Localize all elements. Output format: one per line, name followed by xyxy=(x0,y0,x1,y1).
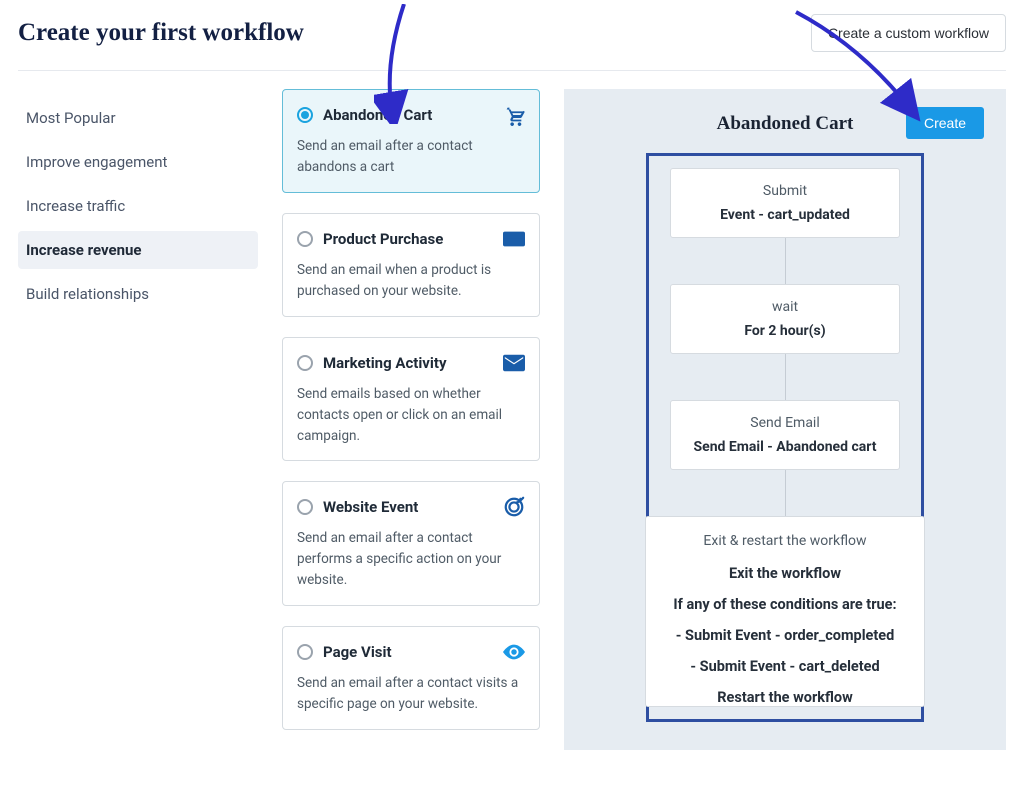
target-icon xyxy=(503,496,525,518)
template-list: Abandoned Cart Send an email after a con… xyxy=(282,89,540,750)
flow-connector xyxy=(785,238,786,284)
sidebar-item-label: Improve engagement xyxy=(26,153,167,171)
flow-step-exit-restart[interactable]: Exit & restart the workflow Exit the wor… xyxy=(645,516,925,707)
workflow-flow-frame: Submit Event - cart_updated wait For 2 h… xyxy=(646,153,924,722)
flow-step-wait[interactable]: wait For 2 hour(s) xyxy=(670,284,900,354)
sidebar-item-improve-engagement[interactable]: Improve engagement xyxy=(18,143,258,181)
mail-icon xyxy=(503,352,525,374)
sidebar-item-label: Most Popular xyxy=(26,109,116,127)
template-title: Abandoned Cart xyxy=(323,106,432,124)
flow-step-send-email[interactable]: Send Email Send Email - Abandoned cart xyxy=(670,400,900,470)
template-title: Marketing Activity xyxy=(323,354,447,372)
template-description: Send an email after a contact visits a s… xyxy=(297,673,525,715)
create-button[interactable]: Create xyxy=(906,107,984,139)
eye-icon xyxy=(503,641,525,663)
sidebar-item-increase-traffic[interactable]: Increase traffic xyxy=(18,187,258,225)
template-description: Send an email after a contact performs a… xyxy=(297,528,525,591)
template-title: Product Purchase xyxy=(323,230,443,248)
sidebar-item-most-popular[interactable]: Most Popular xyxy=(18,99,258,137)
flow-connector xyxy=(785,354,786,400)
template-card-page-visit[interactable]: Page Visit Send an email after a contact… xyxy=(282,626,540,730)
flow-step-submit[interactable]: Submit Event - cart_updated xyxy=(670,168,900,238)
category-sidebar: Most Popular Improve engagement Increase… xyxy=(18,89,258,750)
flow-step-label: Submit xyxy=(683,183,887,199)
cart-icon xyxy=(503,104,525,126)
template-card-marketing-activity[interactable]: Marketing Activity Send emails based on … xyxy=(282,337,540,462)
create-custom-workflow-button[interactable]: Create a custom workflow xyxy=(811,14,1006,52)
workflow-preview-panel: Create Abandoned Cart Submit Event - car… xyxy=(564,89,1006,750)
template-title: Website Event xyxy=(323,498,418,516)
page-title: Create your first workflow xyxy=(18,19,304,47)
sidebar-item-label: Increase revenue xyxy=(26,241,142,259)
radio-unselected-icon xyxy=(297,644,313,660)
radio-unselected-icon xyxy=(297,499,313,515)
divider xyxy=(18,70,1006,71)
radio-unselected-icon xyxy=(297,355,313,371)
exit-condition: - Submit Event - cart_deleted xyxy=(660,658,910,675)
exit-heading: Exit the workflow xyxy=(660,565,910,582)
flow-step-value: Send Email - Abandoned cart xyxy=(683,439,887,455)
template-title: Page Visit xyxy=(323,643,392,661)
sidebar-item-label: Increase traffic xyxy=(26,197,125,215)
flow-step-value: For 2 hour(s) xyxy=(683,323,887,339)
template-description: Send emails based on whether contacts op… xyxy=(297,384,525,447)
template-description: Send an email when a product is purchase… xyxy=(297,260,525,302)
exit-condition-intro: If any of these conditions are true: xyxy=(660,596,910,613)
sidebar-item-label: Build relationships xyxy=(26,285,149,303)
radio-selected-icon xyxy=(297,107,313,123)
restart-heading: Restart the workflow xyxy=(660,689,910,706)
card-icon xyxy=(503,228,525,250)
flow-step-label: Send Email xyxy=(683,415,887,431)
flow-step-value: Event - cart_updated xyxy=(683,207,887,223)
flow-connector xyxy=(785,470,786,516)
template-card-abandoned-cart[interactable]: Abandoned Cart Send an email after a con… xyxy=(282,89,540,193)
template-card-website-event[interactable]: Website Event Send an email after a cont… xyxy=(282,481,540,606)
sidebar-item-increase-revenue[interactable]: Increase revenue xyxy=(18,231,258,269)
flow-step-label: wait xyxy=(683,299,887,315)
sidebar-item-build-relationships[interactable]: Build relationships xyxy=(18,275,258,313)
exit-condition: - Submit Event - order_completed xyxy=(660,627,910,644)
template-card-product-purchase[interactable]: Product Purchase Send an email when a pr… xyxy=(282,213,540,317)
radio-unselected-icon xyxy=(297,231,313,247)
template-description: Send an email after a contact abandons a… xyxy=(297,136,525,178)
exit-section-title: Exit & restart the workflow xyxy=(660,533,910,549)
